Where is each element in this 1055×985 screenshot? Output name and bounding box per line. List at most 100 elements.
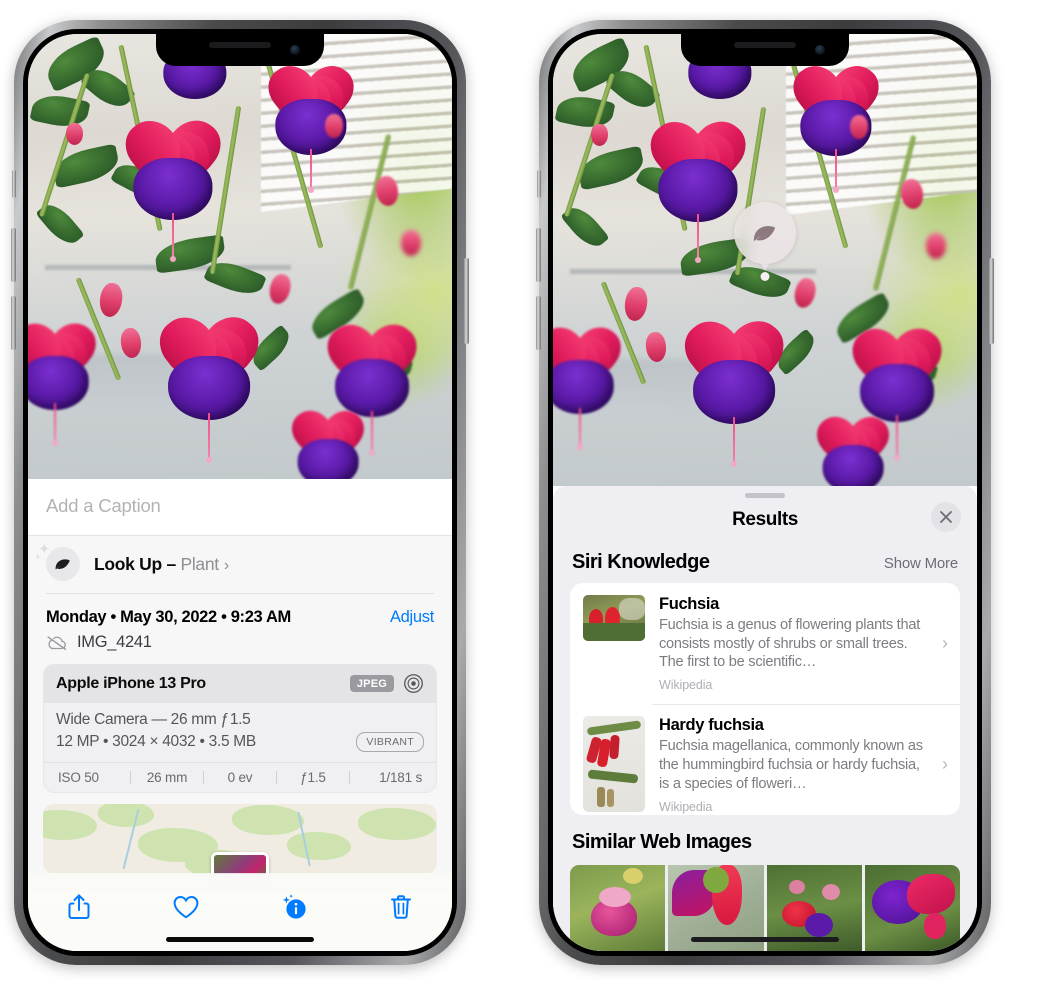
sparkle-icon-small: ✦ <box>34 552 42 562</box>
fuchsia-flower <box>807 405 899 486</box>
photo-viewer-left[interactable] <box>28 34 452 479</box>
volume-up-button[interactable] <box>536 228 541 282</box>
knowledge-thumbnail <box>583 716 645 813</box>
flower-bud <box>926 232 947 259</box>
corolla <box>823 445 884 486</box>
corolla <box>167 355 250 421</box>
camera-metadata-card[interactable]: Apple iPhone 13 Pro JPEG Wide Camera — 2… <box>43 664 437 793</box>
trash-icon <box>390 895 411 919</box>
leaf-glyph <box>55 559 70 570</box>
front-camera-icon <box>290 45 300 55</box>
knowledge-item[interactable]: Fuchsia Fuchsia is a genus of flowering … <box>570 583 960 704</box>
cloud-slash-icon <box>47 635 67 650</box>
phone-bezel-right: Results Siri Knowledge Show More Fuchsia… <box>548 29 982 956</box>
map-green-area <box>43 809 98 840</box>
metadata-body: Wide Camera — 26 mm ƒ 1.5 12 MP • 3024 ×… <box>44 703 436 763</box>
results-sheet: Results Siri Knowledge Show More Fuchsia… <box>553 486 977 951</box>
corolla <box>28 355 89 410</box>
knowledge-title: Fuchsia <box>659 594 719 613</box>
power-button[interactable] <box>464 258 469 344</box>
web-image-thumb[interactable] <box>570 865 666 951</box>
map-photo-pin[interactable] <box>211 852 269 874</box>
knowledge-source: Wikipedia <box>659 678 713 693</box>
info-button[interactable] <box>273 887 315 927</box>
chevron-right-icon: › <box>942 754 948 775</box>
map-green-area <box>98 804 155 828</box>
stamen <box>205 412 212 463</box>
adjust-button[interactable]: Adjust <box>390 608 434 627</box>
exif-focal: 26 mm <box>146 770 188 785</box>
screen-right: Results Siri Knowledge Show More Fuchsia… <box>553 34 977 951</box>
siri-knowledge-card: Fuchsia Fuchsia is a genus of flowering … <box>570 582 960 815</box>
stamen <box>576 407 583 450</box>
date-row: Monday • May 30, 2022 • 9:23 AM Adjust <box>28 594 452 629</box>
info-sparkle-icon <box>282 894 306 919</box>
iphone-left: Add a Caption ✦ ✦ Look Up – Plant › Mond… <box>11 20 469 965</box>
fuchsia-flower <box>28 310 107 446</box>
home-indicator[interactable] <box>691 937 839 942</box>
earpiece-speaker <box>209 42 271 48</box>
fuchsia-flower <box>282 399 374 479</box>
knowledge-description: Fuchsia magellanica, commonly known as t… <box>659 738 923 792</box>
corolla <box>133 157 213 221</box>
stamen <box>832 149 839 194</box>
chevron-right-icon: › <box>942 633 948 653</box>
knowledge-item[interactable]: Hardy fuchsia Fuchsia magellanica, commo… <box>570 704 960 815</box>
fuchsia-flower <box>113 105 233 262</box>
mute-switch[interactable] <box>537 170 541 198</box>
show-more-button[interactable]: Show More <box>884 555 958 572</box>
fuchsia-flower <box>782 52 890 194</box>
close-icon <box>940 510 952 523</box>
knowledge-text: Fuchsia Fuchsia is a genus of flowering … <box>659 595 939 692</box>
knowledge-title: Hardy fuchsia <box>659 716 764 735</box>
corolla <box>298 439 359 479</box>
notch-right <box>681 34 849 66</box>
exif-shutter: 1/181 s <box>379 770 422 785</box>
corolla <box>692 359 775 425</box>
device-name: Apple iPhone 13 Pro <box>56 674 206 692</box>
home-indicator[interactable] <box>166 937 314 942</box>
screen-left: Add a Caption ✦ ✦ Look Up – Plant › Mond… <box>28 34 452 951</box>
leaf-glyph <box>753 226 775 242</box>
look-up-row[interactable]: ✦ ✦ Look Up – Plant › <box>28 536 452 594</box>
knowledge-source: Wikipedia <box>659 799 713 814</box>
corolla <box>553 359 614 415</box>
marker-tail <box>758 258 772 271</box>
map-green-area <box>232 805 305 836</box>
favorite-button[interactable] <box>165 887 207 927</box>
similar-web-images-header: Similar Web Images <box>553 815 977 861</box>
photo-viewer-right[interactable] <box>553 34 977 486</box>
results-title: Results <box>732 508 798 530</box>
phone-bezel-left: Add a Caption ✦ ✦ Look Up – Plant › Mond… <box>23 29 457 956</box>
fuchsia-flower <box>672 305 796 468</box>
heart-icon <box>173 895 199 919</box>
front-camera-icon <box>815 45 825 55</box>
exif-exposure: 0 ev <box>227 770 253 785</box>
exif-stats-row: ISO 50 26 mm 0 ev ƒ1.5 1/181 s <box>44 763 436 792</box>
stamen <box>730 416 737 468</box>
flower-bud <box>324 114 343 139</box>
share-button[interactable] <box>58 887 100 927</box>
flower-bud <box>401 229 422 256</box>
power-button[interactable] <box>989 258 994 344</box>
caption-placeholder[interactable]: Add a Caption <box>46 495 434 517</box>
aperture-icon <box>404 674 423 693</box>
fuchsia-flower <box>147 301 271 463</box>
similar-web-images-title: Similar Web Images <box>572 831 752 853</box>
visual-lookup-marker[interactable] <box>734 202 796 281</box>
caption-input-row[interactable]: Add a Caption <box>28 479 452 536</box>
delete-button[interactable] <box>380 887 422 927</box>
metadata-header-right: JPEG <box>349 673 424 694</box>
location-map[interactable] <box>43 804 437 874</box>
volume-down-button[interactable] <box>536 296 541 350</box>
volume-down-button[interactable] <box>11 296 16 350</box>
leaf-icon[interactable] <box>734 202 796 264</box>
size-info: 12 MP • 3024 × 4032 • 3.5 MB <box>56 733 256 750</box>
web-image-thumb[interactable] <box>864 865 960 951</box>
flower-bud <box>849 115 868 140</box>
volume-up-button[interactable] <box>11 228 16 282</box>
siri-knowledge-header: Siri Knowledge Show More <box>553 545 977 583</box>
map-green-area <box>358 808 437 841</box>
close-button[interactable] <box>931 501 961 532</box>
mute-switch[interactable] <box>12 170 16 198</box>
